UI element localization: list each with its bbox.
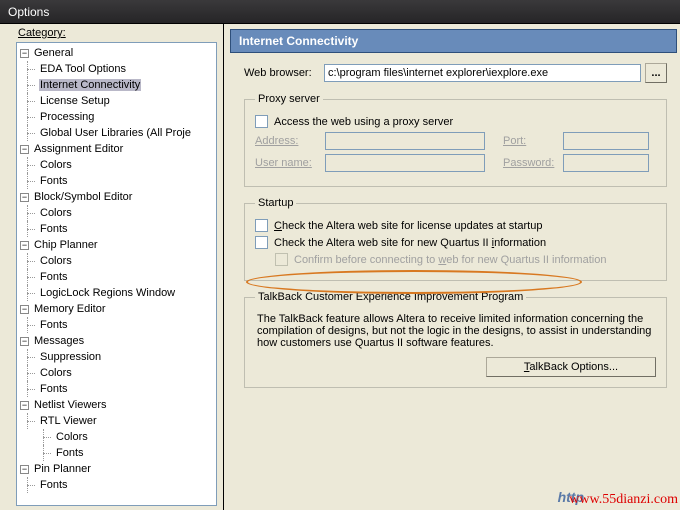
info-checkbox[interactable] xyxy=(255,236,268,249)
tree-msg-suppression[interactable]: Suppression xyxy=(17,349,216,365)
tree-eda[interactable]: EDA Tool Options xyxy=(17,61,216,77)
tree-mem-fonts[interactable]: Fonts xyxy=(17,317,216,333)
tree-asg-colors[interactable]: Colors xyxy=(17,157,216,173)
talkback-legend: TalkBack Customer Experience Improvement… xyxy=(255,291,526,303)
tree-memory[interactable]: −Memory Editor xyxy=(17,301,216,317)
web-browser-label: Web browser: xyxy=(244,67,324,79)
startup-group: Startup CCheck the Altera web site for l… xyxy=(244,197,667,281)
tree-processing[interactable]: Processing xyxy=(17,109,216,125)
browse-button[interactable]: ... xyxy=(645,63,667,83)
tree-general[interactable]: −General xyxy=(17,45,216,61)
tree-chip-colors[interactable]: Colors xyxy=(17,253,216,269)
watermark: www.55dianzi.com xyxy=(569,492,678,508)
info-check-label: Check the Altera web site for new Quartu… xyxy=(274,237,546,249)
window-titlebar: Options xyxy=(0,0,680,24)
license-check-label: CCheck the Altera web site for license u… xyxy=(274,220,542,232)
startup-legend: Startup xyxy=(255,197,296,209)
tree-license[interactable]: License Setup xyxy=(17,93,216,109)
tree-global[interactable]: Global User Libraries (All Proje xyxy=(17,125,216,141)
tree-pin[interactable]: −Pin Planner xyxy=(17,461,216,477)
address-label: Address: xyxy=(255,135,325,147)
settings-pane: Internet Connectivity Web browser: ... P… xyxy=(224,24,680,510)
proxy-checkbox[interactable] xyxy=(255,115,268,128)
category-tree[interactable]: −General EDA Tool Options Internet Conne… xyxy=(16,42,217,506)
talkback-group: TalkBack Customer Experience Improvement… xyxy=(244,291,667,388)
tree-block-fonts[interactable]: Fonts xyxy=(17,221,216,237)
tree-rtl-colors[interactable]: Colors xyxy=(17,429,216,445)
tree-msg-colors[interactable]: Colors xyxy=(17,365,216,381)
tree-chip-fonts[interactable]: Fonts xyxy=(17,269,216,285)
proxy-group: Proxy server Access the web using a prox… xyxy=(244,93,667,187)
tree-block[interactable]: −Block/Symbol Editor xyxy=(17,189,216,205)
collapse-icon[interactable]: − xyxy=(20,241,29,250)
category-label: Category: xyxy=(0,24,223,42)
license-checkbox[interactable] xyxy=(255,219,268,232)
port-input xyxy=(563,132,649,150)
proxy-legend: Proxy server xyxy=(255,93,323,105)
collapse-icon[interactable]: − xyxy=(20,49,29,58)
talkback-options-button[interactable]: TalkBack Options... xyxy=(486,357,656,377)
web-browser-input[interactable] xyxy=(324,64,641,82)
talkback-body: The TalkBack feature allows Altera to re… xyxy=(255,309,656,357)
proxy-access-label: Access the web using a proxy server xyxy=(274,116,453,128)
confirm-label: Confirm before connecting to web for new… xyxy=(294,254,606,266)
tree-asg-fonts[interactable]: Fonts xyxy=(17,173,216,189)
tree-block-colors[interactable]: Colors xyxy=(17,205,216,221)
user-input xyxy=(325,154,485,172)
tree-internet[interactable]: Internet Connectivity xyxy=(17,77,216,93)
tree-rtl-fonts[interactable]: Fonts xyxy=(17,445,216,461)
tree-rtl[interactable]: RTL Viewer xyxy=(17,413,216,429)
category-pane: Category: −General EDA Tool Options Inte… xyxy=(0,24,224,510)
confirm-checkbox xyxy=(275,253,288,266)
collapse-icon[interactable]: − xyxy=(20,465,29,474)
password-label: Password: xyxy=(503,157,563,169)
tree-assignment[interactable]: −Assignment Editor xyxy=(17,141,216,157)
tree-chip[interactable]: −Chip Planner xyxy=(17,237,216,253)
tree-netlist[interactable]: −Netlist Viewers xyxy=(17,397,216,413)
tree-messages[interactable]: −Messages xyxy=(17,333,216,349)
tree-pin-fonts[interactable]: Fonts xyxy=(17,477,216,493)
collapse-icon[interactable]: − xyxy=(20,193,29,202)
collapse-icon[interactable]: − xyxy=(20,337,29,346)
address-input xyxy=(325,132,485,150)
dialog-content: Category: −General EDA Tool Options Inte… xyxy=(0,24,680,510)
port-label: Port: xyxy=(503,135,563,147)
user-label: User name: xyxy=(255,157,325,169)
tree-msg-fonts[interactable]: Fonts xyxy=(17,381,216,397)
collapse-icon[interactable]: − xyxy=(20,145,29,154)
tree-logiclock[interactable]: LogicLock Regions Window xyxy=(17,285,216,301)
password-input xyxy=(563,154,649,172)
collapse-icon[interactable]: − xyxy=(20,401,29,410)
page-title: Internet Connectivity xyxy=(230,29,677,53)
collapse-icon[interactable]: − xyxy=(20,305,29,314)
